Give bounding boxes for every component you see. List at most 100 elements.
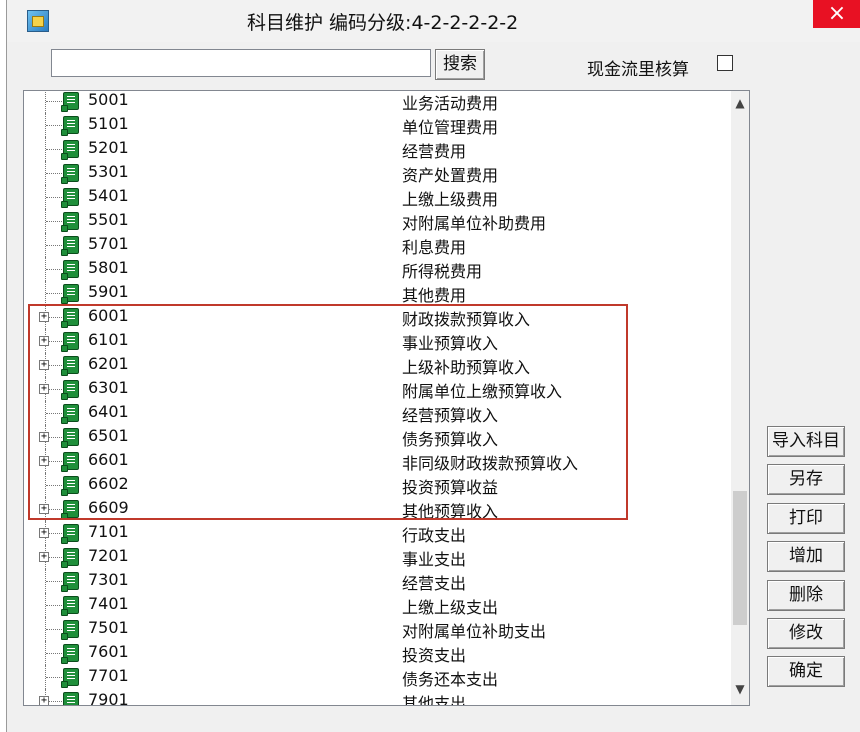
account-code: 6609 xyxy=(88,498,129,517)
tree-branch-line xyxy=(46,221,62,222)
account-maintenance-window: 科目维护 编码分级:4-2-2-2-2-2 × 搜索 现金流里核算 5001 业务… xyxy=(6,0,860,732)
plus-expander-icon[interactable]: + xyxy=(39,336,49,346)
account-code: 5201 xyxy=(88,138,129,157)
tree-row[interactable]: 5001 业务活动费用 xyxy=(24,91,729,113)
tree-row[interactable]: +6609 其他预算收入 xyxy=(24,497,729,521)
account-code: 5801 xyxy=(88,258,129,277)
scroll-thumb[interactable] xyxy=(733,491,747,625)
tree-branch-line xyxy=(46,197,62,198)
tree-row[interactable]: 6602 投资预算收益 xyxy=(24,473,729,497)
account-code: 6401 xyxy=(88,402,129,421)
account-code: 5301 xyxy=(88,162,129,181)
plus-expander-icon[interactable]: + xyxy=(39,432,49,442)
tree-row[interactable]: 6401 经营预算收入 xyxy=(24,401,729,425)
tree-branch-line xyxy=(46,269,62,270)
search-button[interactable]: 搜索 xyxy=(435,49,485,80)
account-book-icon xyxy=(61,356,79,376)
scroll-down-icon[interactable]: ▼ xyxy=(731,679,749,699)
account-book-icon xyxy=(61,116,79,136)
title-bar: 科目维护 编码分级:4-2-2-2-2-2 × xyxy=(7,0,860,42)
account-name: 经营支出 xyxy=(402,574,467,593)
add-button[interactable]: 增加 xyxy=(767,541,845,572)
tree-branch-line xyxy=(46,101,62,102)
tree-row[interactable]: 7401 上缴上级支出 xyxy=(24,593,729,617)
tree-row[interactable]: +7101 行政支出 xyxy=(24,521,729,545)
account-name: 其他费用 xyxy=(402,286,467,305)
tree-row[interactable]: 7701 债务还本支出 xyxy=(24,665,729,689)
account-code: 5101 xyxy=(88,114,129,133)
account-code: 6601 xyxy=(88,450,129,469)
confirm-button[interactable]: 确定 xyxy=(767,656,845,687)
tree-branch-line xyxy=(46,413,62,414)
account-name: 单位管理费用 xyxy=(402,118,499,137)
tree-row[interactable]: 5501 对附属单位补助费用 xyxy=(24,209,729,233)
tree-row[interactable]: +6101 事业预算收入 xyxy=(24,329,729,353)
tree-row[interactable]: +6501 债务预算收入 xyxy=(24,425,729,449)
account-code: 7601 xyxy=(88,642,129,661)
tree-branch-line xyxy=(46,629,62,630)
plus-expander-icon[interactable]: + xyxy=(39,312,49,322)
account-name: 对附属单位补助费用 xyxy=(402,214,547,233)
scroll-up-icon[interactable]: ▲ xyxy=(731,93,749,113)
tree-scrollbar[interactable]: ▲ ▼ xyxy=(731,91,749,705)
print-button[interactable]: 打印 xyxy=(767,503,845,534)
account-book-icon xyxy=(61,164,79,184)
account-book-icon xyxy=(61,428,79,448)
account-book-icon xyxy=(61,524,79,544)
tree-row[interactable]: +6601 非同级财政拨款预算收入 xyxy=(24,449,729,473)
account-name: 上级补助预算收入 xyxy=(402,358,531,377)
account-code: 5701 xyxy=(88,234,129,253)
account-book-icon xyxy=(61,260,79,280)
delete-button[interactable]: 删除 xyxy=(767,580,845,611)
account-name: 债务预算收入 xyxy=(402,430,499,449)
account-book-icon xyxy=(61,236,79,256)
plus-expander-icon[interactable]: + xyxy=(39,696,49,705)
tree-row[interactable]: 7601 投资支出 xyxy=(24,641,729,665)
account-book-icon xyxy=(61,332,79,352)
tree-row[interactable]: 5101 单位管理费用 xyxy=(24,113,729,137)
tree-branch-line xyxy=(46,677,62,678)
account-code: 7201 xyxy=(88,546,129,565)
account-code: 5901 xyxy=(88,282,129,301)
plus-expander-icon[interactable]: + xyxy=(39,552,49,562)
tree-row[interactable]: 5401 上缴上级费用 xyxy=(24,185,729,209)
account-name: 事业预算收入 xyxy=(402,334,499,353)
tree-row[interactable]: 7301 经营支出 xyxy=(24,569,729,593)
plus-expander-icon[interactable]: + xyxy=(39,504,49,514)
tree-row[interactable]: +6301 附属单位上缴预算收入 xyxy=(24,377,729,401)
account-book-icon xyxy=(63,692,79,705)
plus-expander-icon[interactable]: + xyxy=(39,456,49,466)
account-book-icon xyxy=(61,596,79,616)
close-button[interactable]: × xyxy=(813,0,860,28)
account-book-icon xyxy=(61,500,79,520)
save-as-button[interactable]: 另存 xyxy=(767,464,845,495)
account-tree[interactable]: 5001 业务活动费用 5101 单位管理费用 5201 经营费用 5301 资产处置费用 54… xyxy=(23,90,750,706)
account-code: 6001 xyxy=(88,306,129,325)
import-accounts-button[interactable]: 导入科目 xyxy=(767,426,845,457)
account-name: 非同级财政拨款预算收入 xyxy=(402,454,579,473)
tree-row[interactable]: +6001 财政拨款预算收入 xyxy=(24,305,729,329)
tree-row[interactable]: 5801 所得税费用 xyxy=(24,257,729,281)
plus-expander-icon[interactable]: + xyxy=(39,528,49,538)
account-book-icon xyxy=(61,644,79,664)
plus-expander-icon[interactable]: + xyxy=(39,384,49,394)
tree-row[interactable]: 5901 其他费用 xyxy=(24,281,729,305)
modify-button[interactable]: 修改 xyxy=(767,618,845,649)
account-name: 行政支出 xyxy=(402,526,467,545)
account-code: 6301 xyxy=(88,378,129,397)
tree-row[interactable]: +6201 上级补助预算收入 xyxy=(24,353,729,377)
account-code: 6101 xyxy=(88,330,129,349)
tree-row[interactable]: 5301 资产处置费用 xyxy=(24,161,729,185)
tree-row[interactable]: 5701 利息费用 xyxy=(24,233,729,257)
tree-row[interactable]: 7501 对附属单位补助支出 xyxy=(24,617,729,641)
account-name: 经营预算收入 xyxy=(402,406,499,425)
account-book-icon xyxy=(61,308,79,328)
tree-row[interactable]: +7201 事业支出 xyxy=(24,545,729,569)
tree-row[interactable]: +7901 其他支出 xyxy=(24,689,729,705)
cash-flow-checkbox[interactable] xyxy=(717,55,733,71)
account-code: 6602 xyxy=(88,474,129,493)
search-input[interactable] xyxy=(51,49,431,77)
tree-branch-line xyxy=(46,149,62,150)
plus-expander-icon[interactable]: + xyxy=(39,360,49,370)
tree-row[interactable]: 5201 经营费用 xyxy=(24,137,729,161)
